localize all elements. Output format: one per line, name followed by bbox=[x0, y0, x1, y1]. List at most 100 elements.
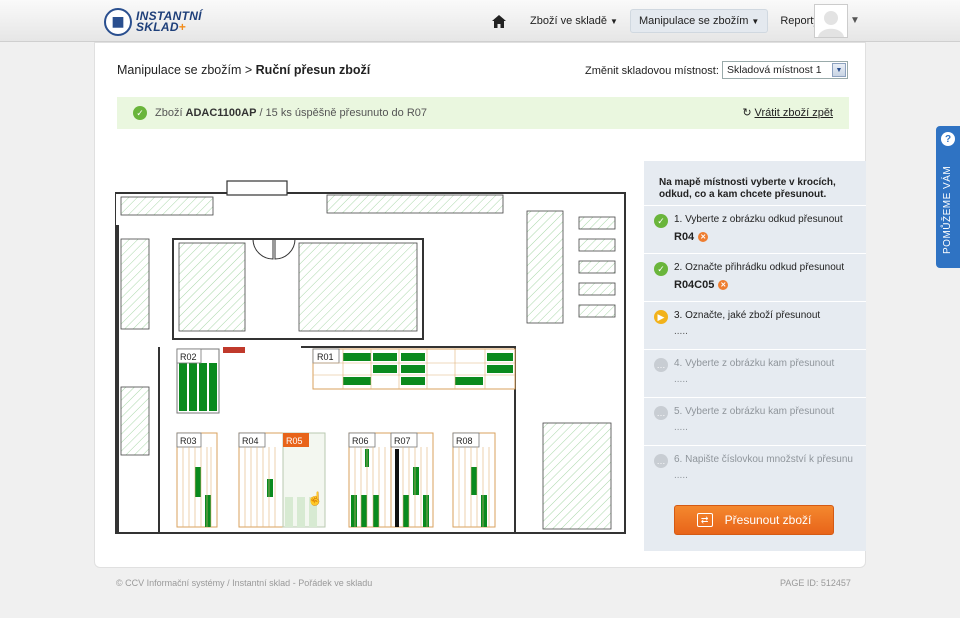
alert-message: / 15 ks úspěšně přesunuto do R07 bbox=[259, 107, 427, 119]
play-icon: ▶ bbox=[654, 310, 668, 324]
room-select-value: Skladová místnost 1 bbox=[727, 64, 822, 76]
shelf-area bbox=[178, 242, 246, 332]
step-6: … 6. Napište číslovkou množství k přesunu… bbox=[644, 445, 866, 493]
step-value: ..... bbox=[674, 374, 688, 385]
shelf-area bbox=[120, 238, 150, 330]
step-text: 1. Vyberte z obrázku odkud přesunout bbox=[674, 214, 843, 225]
move-goods-button[interactable]: ⇄ Přesunout zboží bbox=[674, 505, 834, 535]
question-icon: ? bbox=[941, 132, 955, 146]
shelf-area bbox=[578, 282, 616, 296]
shelf-area bbox=[542, 422, 612, 530]
shelf-area bbox=[578, 216, 616, 230]
rack-label: R07 bbox=[394, 436, 411, 446]
shelf-area bbox=[526, 210, 564, 324]
chevron-down-icon: ▼ bbox=[751, 17, 760, 26]
breadcrumb: Manipulace se zbožím > Ruční přesun zbož… bbox=[117, 63, 370, 77]
help-label: POMŮŽEME VÁM bbox=[942, 165, 953, 254]
step-text: 5. Vyberte z obrázku kam přesunout bbox=[674, 406, 835, 417]
main-card: Manipulace se zbožím > Ruční přesun zbož… bbox=[94, 42, 866, 568]
chevron-down-icon: ▼ bbox=[610, 17, 618, 26]
step-value: ..... bbox=[674, 470, 688, 481]
main-nav: Zboží ve skladě ▼ Manipulace se zbožím ▼ R… bbox=[488, 9, 842, 33]
step-text: 2. Označte přihrádku odkud přesunout bbox=[674, 262, 845, 273]
rack-r02[interactable]: R02 bbox=[176, 348, 220, 414]
door bbox=[274, 238, 296, 260]
shelf-area bbox=[578, 304, 616, 318]
step-text: 3. Označte, jaké zboží přesunout bbox=[674, 310, 821, 321]
breadcrumb-separator: > bbox=[244, 63, 253, 77]
ellipsis-icon: … bbox=[654, 406, 668, 420]
nav-item-manipulation[interactable]: Manipulace se zbožím ▼ bbox=[629, 9, 769, 33]
door bbox=[252, 238, 274, 260]
logo-icon: ■ bbox=[104, 8, 132, 36]
step-text: 4. Vyberte z obrázku kam přesunout bbox=[674, 358, 835, 369]
remove-icon[interactable]: ✕ bbox=[718, 280, 729, 290]
step-5: … 5. Vyberte z obrázku kam přesunout ....… bbox=[644, 397, 866, 445]
step-value: R04 bbox=[674, 231, 695, 243]
nav-label: Zboží ve skladě bbox=[530, 15, 608, 27]
step-value: ..... bbox=[674, 326, 688, 337]
shelf-area bbox=[120, 196, 214, 216]
rack-label: R04 bbox=[242, 436, 259, 446]
step-1[interactable]: ✓ 1. Vyberte z obrázku odkud přesunout R0… bbox=[644, 205, 866, 253]
rack-r05[interactable]: R05 ☝ bbox=[282, 432, 326, 528]
breadcrumb-parent[interactable]: Manipulace se zbožím bbox=[117, 63, 241, 77]
home-icon[interactable] bbox=[488, 10, 510, 32]
step-value: ..... bbox=[674, 422, 688, 433]
undo-icon: ↻ bbox=[742, 107, 752, 119]
logo-plus: + bbox=[178, 20, 187, 34]
rack-label: R08 bbox=[456, 436, 473, 446]
undo-label: Vrátit zboží zpět bbox=[754, 107, 833, 119]
rack-label: R03 bbox=[180, 436, 197, 446]
move-icon: ⇄ bbox=[696, 513, 713, 527]
success-alert: ✓ Zboží ADAC1100AP / 15 ks úspěšně přesu… bbox=[117, 97, 849, 129]
shelf-area bbox=[578, 260, 616, 274]
door-top bbox=[226, 180, 288, 196]
rack-r04[interactable]: R04 bbox=[238, 432, 284, 528]
rack-label: R06 bbox=[352, 436, 369, 446]
shelf-area bbox=[120, 386, 150, 456]
undo-link[interactable]: ↻ Vrátit zboží zpět bbox=[742, 106, 833, 119]
rack-label: R01 bbox=[317, 352, 334, 362]
step-2[interactable]: ✓ 2. Označte přihrádku odkud přesunout R0… bbox=[644, 253, 866, 301]
logo-text: INSTANTNÍ SKLAD+ bbox=[136, 10, 202, 34]
alert-prefix: Zboží bbox=[155, 107, 183, 119]
cursor-hand-icon: ☝ bbox=[307, 490, 323, 507]
page-title: Ruční přesun zboží bbox=[255, 63, 371, 77]
check-icon: ✓ bbox=[654, 214, 668, 228]
remove-icon[interactable]: ✕ bbox=[698, 232, 709, 242]
move-button-label: Přesunout zboží bbox=[724, 513, 812, 527]
user-icon bbox=[818, 11, 844, 37]
room-select-label: Změnit skladovou místnost: bbox=[585, 65, 719, 77]
marker bbox=[223, 347, 245, 353]
logo[interactable]: ■ INSTANTNÍ SKLAD+ bbox=[104, 8, 202, 36]
ellipsis-icon: … bbox=[654, 454, 668, 468]
help-tab[interactable]: ? POMŮŽEME VÁM bbox=[936, 126, 960, 268]
chevron-down-icon: ▼ bbox=[832, 63, 846, 77]
alert-code: ADAC1100AP bbox=[185, 107, 257, 119]
warehouse-map[interactable]: R01 R02 R03 R04 R05 ☝ R06 R07 R08 bbox=[115, 177, 635, 537]
ellipsis-icon: … bbox=[654, 358, 668, 372]
room-select[interactable]: Skladová místnost 1 ▼ bbox=[722, 61, 848, 79]
top-bar: ■ INSTANTNÍ SKLAD+ Zboží ve skladě ▼ Mani… bbox=[0, 0, 960, 42]
step-4: … 4. Vyberte z obrázku kam přesunout ....… bbox=[644, 349, 866, 397]
logo-line2: SKLAD bbox=[136, 20, 179, 34]
nav-item-stock[interactable]: Zboží ve skladě ▼ bbox=[522, 10, 626, 32]
steps-intro: Na mapě místnosti vyberte v krocích, odk… bbox=[659, 177, 836, 200]
rack-label: R05 bbox=[286, 436, 303, 446]
user-menu-chevron-icon[interactable]: ▼ bbox=[850, 15, 860, 26]
check-icon: ✓ bbox=[133, 106, 147, 120]
step-text: 6. Napište číslovkou množství k přesunu bbox=[674, 454, 853, 465]
check-icon: ✓ bbox=[654, 262, 668, 276]
wall bbox=[115, 225, 119, 533]
shelf-area bbox=[298, 242, 418, 332]
rack-label: R02 bbox=[180, 352, 197, 362]
steps-panel: Na mapě místnosti vyberte v krocích, odk… bbox=[644, 161, 866, 551]
step-3[interactable]: ▶ 3. Označte, jaké zboží přesunout ..... bbox=[644, 301, 866, 349]
footer-copyright: © CCV Informační systémy / Instantní skl… bbox=[116, 578, 373, 588]
step-value: R04C05 bbox=[674, 279, 715, 291]
avatar[interactable] bbox=[814, 4, 848, 38]
nav-label: Manipulace se zbožím bbox=[638, 15, 749, 27]
shelf-area bbox=[578, 238, 616, 252]
shelf-area bbox=[326, 194, 504, 214]
